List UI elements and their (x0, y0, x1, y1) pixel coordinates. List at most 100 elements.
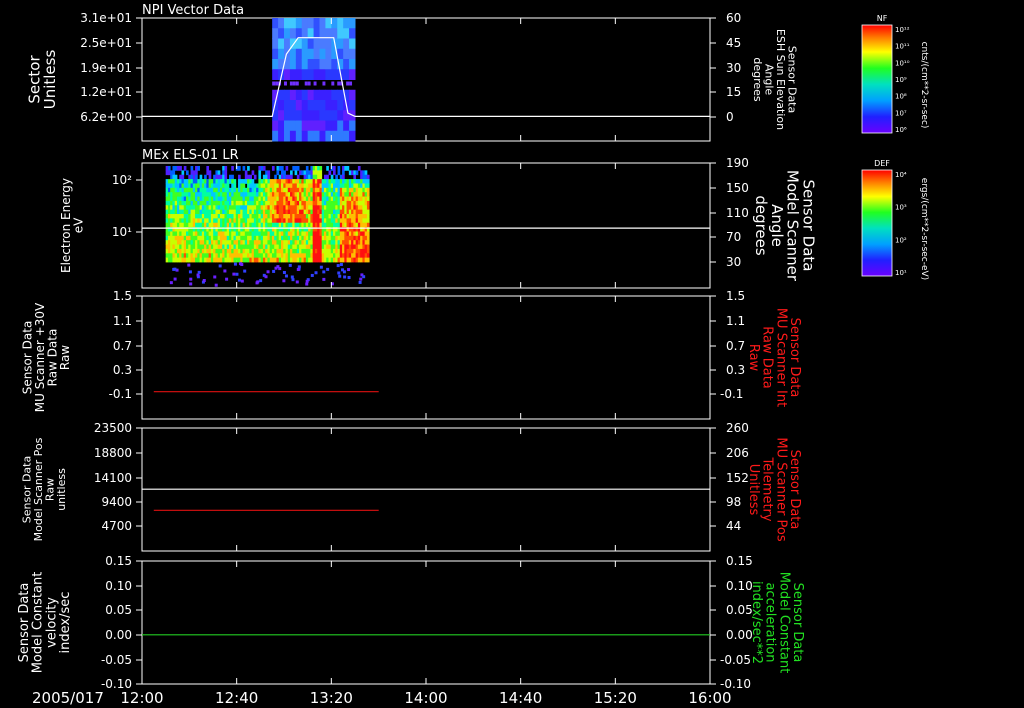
spectrogram-cell (296, 267, 300, 271)
spectrogram-cell (366, 200, 370, 206)
spectrogram-cell (319, 38, 326, 50)
right-y-tick-label: 0.00 (726, 628, 753, 642)
right-y-tick-label: -0.1 (720, 387, 743, 401)
spectrogram-cell (204, 174, 207, 180)
spectrogram-cell (313, 38, 320, 50)
spectrogram-cell (278, 89, 285, 101)
spectrogram-cell (337, 81, 341, 86)
spectrogram-cell (343, 59, 350, 70)
spectrogram-cell (337, 170, 341, 176)
spectrogram-cell (272, 59, 279, 70)
spectrogram-cell (190, 166, 194, 171)
colorbar-units: cnts/(cm**2-sr-sec) (919, 42, 929, 129)
spectrogram-cell (346, 81, 350, 86)
spectrogram-cell (284, 110, 291, 121)
spectrogram-cell (244, 170, 248, 176)
right-y-tick-label: 190 (726, 156, 749, 170)
colorbar-gradient (861, 169, 893, 277)
spectrogram-cell (167, 166, 171, 171)
spectrogram-cell (301, 18, 309, 29)
spectrogram-cell (307, 69, 315, 80)
spectrogram-cell (331, 69, 338, 80)
right-y-tick-label: 260 (726, 421, 749, 435)
right-y-axis-label-line: Raw (746, 344, 761, 372)
spectrogram-cell (307, 59, 315, 70)
spectrogram-cell (181, 174, 185, 180)
spectrogram-cell (366, 257, 370, 263)
right-y-axis-label: Sensor DataModel ScannerAngledegrees (752, 170, 817, 282)
spectrogram-cell (284, 120, 291, 132)
spectrogram-cell (278, 130, 285, 142)
spectrogram-cell (217, 170, 221, 176)
spectrogram-cell (278, 120, 285, 132)
spectrogram-cell (343, 48, 350, 60)
spectrogram-cell (271, 166, 275, 171)
spectrogram-cell (208, 174, 212, 180)
spectrogram-cell (366, 218, 370, 224)
spectrogram-cell (349, 100, 356, 111)
y-tick-label: 0.15 (105, 554, 132, 568)
spectrogram-cell (274, 174, 277, 180)
spectrogram-cell (225, 277, 229, 281)
right-y-tick-label: 152 (726, 471, 749, 485)
spectrogram-cell (319, 120, 326, 132)
y-tick-label: 4700 (101, 519, 132, 533)
colorbar-tick-label: 10¹ (895, 269, 907, 277)
spectrogram-cell (301, 59, 309, 70)
spectrogram-cell (349, 89, 356, 101)
right-y-tick-label: 70 (726, 230, 741, 244)
spectrogram-cell (289, 120, 297, 132)
y-axis-label: Sensor DataMU Scanner +30VRaw DataRaw (20, 302, 72, 412)
spectrogram-cell (183, 166, 187, 171)
spectrogram-cell (343, 18, 350, 29)
spectrogram-cell (238, 262, 242, 266)
spectrogram-cell (301, 69, 309, 80)
colorbar-tick-label: 10² (895, 236, 907, 244)
spectrogram-cell (366, 231, 370, 237)
y-axis-label: SectorUnitless (25, 50, 59, 110)
spectrogram-cell (331, 120, 338, 132)
y-tick-label: 10² (112, 173, 132, 187)
y-axis-label-line: unitless (55, 468, 68, 511)
y-tick-label: 1.5 (113, 289, 132, 303)
spectrogram-cell (339, 263, 343, 267)
spectrogram-cell (295, 120, 303, 132)
spectrogram-cell (179, 166, 182, 171)
spectrogram-cell (242, 166, 246, 171)
spectrogram-cell (231, 166, 234, 171)
spectrogram-cell (282, 279, 286, 283)
spectrogram-cell (251, 170, 255, 176)
spectrogram-cell (307, 48, 315, 60)
spectrogram-cell (366, 205, 370, 211)
colorbar-title: NF (877, 14, 888, 23)
spectrogram-cell (331, 81, 335, 86)
spectrogram-cell (326, 174, 329, 180)
spectrogram-cell (289, 100, 297, 111)
spectrogram-cell (301, 110, 309, 121)
spectrogram-cell (224, 174, 228, 180)
spectrogram-cell (284, 89, 291, 101)
stacked-time-series-plot: NPI Vector Data 3.1e+01 2.5e+01 1.9e+01 1.2… (17, 3, 929, 707)
spectrogram-cell (272, 269, 276, 273)
spectrogram-cell (240, 279, 244, 283)
spectrogram-cell (233, 179, 237, 184)
spectrogram-cell (366, 248, 370, 254)
colorbar-tick-label: 10¹¹ (895, 43, 910, 51)
spectrogram-cell (325, 100, 332, 111)
spectrogram-cell (296, 174, 300, 180)
spectrogram-cell (284, 81, 287, 86)
spectrogram-cell (289, 130, 297, 142)
spectrogram-cell (174, 174, 178, 180)
spectrogram-cell (253, 174, 257, 180)
spectrogram-cell (278, 38, 285, 50)
y-tick-label: 6.2e+00 (80, 110, 132, 124)
spectrogram-cell (169, 281, 173, 285)
spectrogram-cell (291, 278, 295, 282)
npi-vector-panel: NPI Vector Data 3.1e+01 2.5e+01 1.9e+01 1.2… (25, 3, 798, 142)
spectrogram-cell (313, 18, 320, 29)
spectrogram-cell (366, 244, 370, 250)
spectrogram-cell (278, 100, 285, 111)
spectrogram-cell (313, 59, 320, 70)
spectrogram-cell (314, 271, 318, 275)
spectrogram-cell (333, 166, 336, 171)
